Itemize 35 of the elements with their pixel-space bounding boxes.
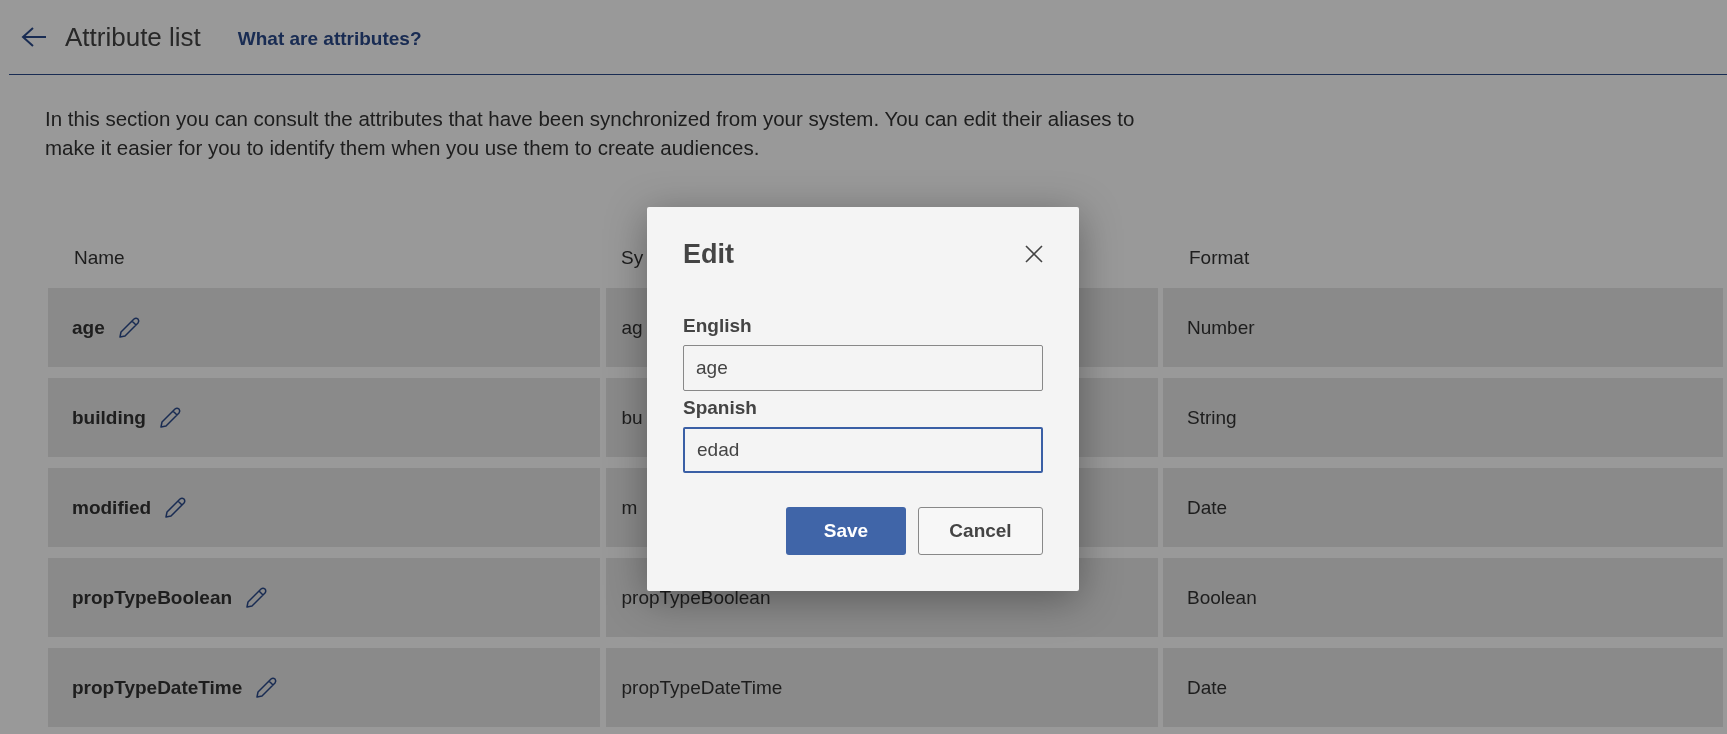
dialog-title: Edit [683,238,734,270]
field-label: English [683,315,753,337]
system-name: bu [621,406,643,429]
format-text: String [1187,406,1237,429]
pencil-icon[interactable] [254,675,279,700]
format-text: Boolean [1187,586,1257,609]
pencil-icon[interactable] [157,405,182,430]
format-text: Number [1187,316,1255,339]
column-header: Format [1188,247,1250,269]
attribute-name: modified [72,496,152,519]
system-name: propTypeDateTime [621,676,783,699]
text-input-field[interactable]: age [683,345,1043,391]
back-arrow-icon[interactable] [21,26,47,48]
attribute-name: age [72,316,105,339]
system-name: propTypeBoolean [621,586,771,609]
text-input-field[interactable]: edad [683,427,1043,473]
system-name: ag [621,316,643,339]
pencil-icon[interactable] [116,315,141,340]
save-button[interactable]: Save [786,507,906,555]
section-description: In this section you can consult the attributes that have been synchronized from your system. You can edit their aliases to make it easier for you to identify them when you use them to create audiences. [45,106,1136,161]
help-link[interactable]: What are attributes? [237,28,422,50]
page-title: Attribute list [65,21,201,53]
pencil-icon[interactable] [244,585,269,610]
format-text: Date [1187,676,1228,699]
attribute-name: building [72,406,146,429]
column-header: Name [73,247,125,269]
cancel-button[interactable]: Cancel [918,507,1043,555]
field-label: Spanish [683,397,758,419]
system-name: m [621,496,638,519]
attribute-name: propTypeBoolean [72,586,233,609]
pencil-icon[interactable] [163,495,188,520]
column-header: Sy [620,247,644,269]
format-text: Date [1187,496,1228,519]
close-icon[interactable] [1025,245,1043,263]
attribute-name: propTypeDateTime [72,676,243,699]
